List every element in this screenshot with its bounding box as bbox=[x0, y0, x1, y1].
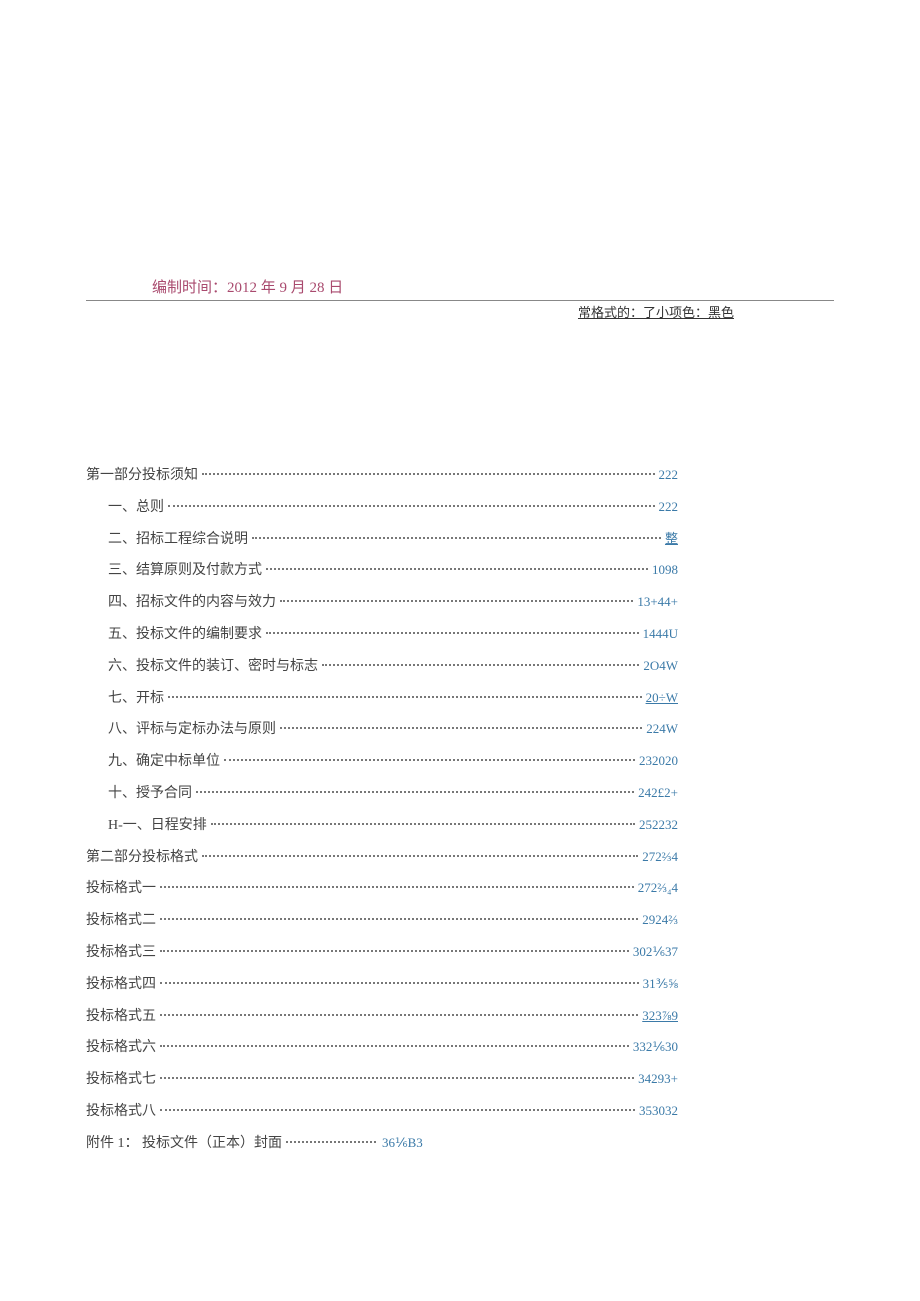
toc-entry-page: 34293+ bbox=[638, 1068, 678, 1090]
toc-entry-page: 272⅔4 bbox=[642, 846, 678, 868]
toc-entry-page: 36⅙B3 bbox=[382, 1132, 423, 1154]
toc-entry-label: 七、开标 bbox=[108, 687, 164, 711]
toc-leader-dots bbox=[160, 1077, 634, 1079]
toc-entry-page: 353032 bbox=[639, 1100, 678, 1122]
toc-entry-page: 272⅔₄4 bbox=[638, 877, 678, 899]
format-note-text: 常格式的：了小项色：黑色 bbox=[86, 302, 734, 321]
toc-entry-page: 31⅗⅝ bbox=[643, 973, 678, 995]
toc-leader-dots bbox=[160, 1045, 629, 1047]
toc-leader-dots bbox=[202, 473, 655, 475]
toc-entry-label: 第一部分投标须知 bbox=[86, 464, 198, 488]
toc-entry-label: 投标格式六 bbox=[86, 1036, 156, 1060]
toc-leader-dots bbox=[196, 791, 634, 793]
toc-entry-label: 十、授予合同 bbox=[108, 782, 192, 806]
toc-entry: 一、总则 222 bbox=[86, 496, 678, 520]
toc-entry-appendix: 附件 1： 投标文件（正本）封面 36⅙B3 bbox=[86, 1132, 678, 1156]
toc-entry: 投标格式七 34293+ bbox=[86, 1068, 678, 1092]
toc-entry-page: 222 bbox=[659, 464, 679, 486]
toc-entry-page: 整 bbox=[665, 528, 678, 550]
toc-entry-label: 三、结算原则及付款方式 bbox=[108, 559, 262, 583]
toc-entry-label: 五、投标文件的编制要求 bbox=[108, 623, 262, 647]
toc-entry-label: 投标格式七 bbox=[86, 1068, 156, 1092]
compile-time-text: 编制时间：2012 年 9 月 28 日 bbox=[152, 276, 834, 297]
toc-entry: 五、投标文件的编制要求 1444U bbox=[86, 623, 678, 647]
toc-entry-label: 九、确定中标单位 bbox=[108, 750, 220, 774]
toc-entry-label: 二、招标工程综合说明 bbox=[108, 528, 248, 552]
toc-entry-page: 332⅙30 bbox=[633, 1036, 678, 1058]
toc-entry-page: 224W bbox=[646, 718, 678, 740]
toc-entry-label: 四、招标文件的内容与效力 bbox=[108, 591, 276, 615]
toc-entry-label: 附件 1： 投标文件（正本）封面 bbox=[86, 1132, 282, 1156]
toc-entry-page: 222 bbox=[659, 496, 679, 518]
toc-entry-page: 2924⅔ bbox=[642, 909, 678, 931]
toc-leader-dots bbox=[160, 1014, 638, 1016]
toc-entry-page: 20÷W bbox=[646, 687, 678, 709]
toc-entry-label: H-一、日程安排 bbox=[108, 814, 207, 838]
toc-entry-label: 第二部分投标格式 bbox=[86, 846, 198, 870]
toc-entry-page: 242£2+ bbox=[638, 782, 678, 804]
toc-leader-dots bbox=[160, 918, 638, 920]
toc-entry: 投标格式二 2924⅔ bbox=[86, 909, 678, 933]
document-header: 编制时间：2012 年 9 月 28 日 常格式的：了小项色：黑色 bbox=[86, 276, 834, 321]
toc-entry-label: 投标格式三 bbox=[86, 941, 156, 965]
toc-entry-page: 323⅞9 bbox=[642, 1005, 678, 1027]
toc-entry: 投标格式五 323⅞9 bbox=[86, 1005, 678, 1029]
toc-entry-label: 投标格式八 bbox=[86, 1100, 156, 1124]
toc-entry: 十、授予合同 242£2+ bbox=[86, 782, 678, 806]
toc-leader-dots bbox=[224, 759, 635, 761]
toc-leader-dots bbox=[160, 886, 634, 888]
toc-entry: H-一、日程安排 252232 bbox=[86, 814, 678, 838]
toc-entry-page: 252232 bbox=[639, 814, 678, 836]
toc-entry: 投标格式四 31⅗⅝ bbox=[86, 973, 678, 997]
toc-entry: 投标格式三 302⅙37 bbox=[86, 941, 678, 965]
toc-entry-page: 232020 bbox=[639, 750, 678, 772]
toc-leader-dots bbox=[202, 855, 638, 857]
toc-entry: 投标格式六 332⅙30 bbox=[86, 1036, 678, 1060]
toc-entry-page: 1098 bbox=[652, 559, 678, 581]
toc-leader-dots bbox=[160, 982, 639, 984]
toc-entry: 六、投标文件的装订、密时与标志 2O4W bbox=[86, 655, 678, 679]
toc-leader-dots bbox=[211, 823, 635, 825]
toc-entry-label: 六、投标文件的装订、密时与标志 bbox=[108, 655, 318, 679]
toc-entry: 九、确定中标单位 232020 bbox=[86, 750, 678, 774]
header-divider bbox=[86, 300, 834, 301]
toc-entry-label: 投标格式五 bbox=[86, 1005, 156, 1029]
toc-entry: 四、招标文件的内容与效力 13+44+ bbox=[86, 591, 678, 615]
toc-entry: 二、招标工程综合说明 整 bbox=[86, 528, 678, 552]
toc-leader-dots bbox=[160, 1109, 635, 1111]
toc-leader-dots bbox=[266, 568, 648, 570]
toc-entry-page: 13+44+ bbox=[637, 591, 678, 613]
toc-entry-label: 投标格式一 bbox=[86, 877, 156, 901]
toc-entry: 投标格式八 353032 bbox=[86, 1100, 678, 1124]
toc-leader-dots bbox=[266, 632, 639, 634]
toc-leader-dots bbox=[286, 1141, 376, 1143]
toc-entry-page: 302⅙37 bbox=[633, 941, 678, 963]
toc-entry: 第二部分投标格式 272⅔4 bbox=[86, 846, 678, 870]
toc-entry-page: 1444U bbox=[643, 623, 678, 645]
toc-leader-dots bbox=[280, 600, 633, 602]
toc-leader-dots bbox=[280, 727, 642, 729]
toc-leader-dots bbox=[168, 696, 642, 698]
toc-entry-label: 投标格式二 bbox=[86, 909, 156, 933]
toc-entry-label: 一、总则 bbox=[108, 496, 164, 520]
toc-entry-label: 投标格式四 bbox=[86, 973, 156, 997]
toc-leader-dots bbox=[252, 537, 661, 539]
toc-entry: 投标格式一 272⅔₄4 bbox=[86, 877, 678, 901]
toc-entry: 七、开标 20÷W bbox=[86, 687, 678, 711]
toc-entry-label: 八、评标与定标办法与原则 bbox=[108, 718, 276, 742]
toc-entry: 八、评标与定标办法与原则 224W bbox=[86, 718, 678, 742]
toc-leader-dots bbox=[322, 664, 639, 666]
toc-entry: 三、结算原则及付款方式 1098 bbox=[86, 559, 678, 583]
toc-entry-page: 2O4W bbox=[643, 655, 678, 677]
table-of-contents: 第一部分投标须知 222 一、总则 222 二、招标工程综合说明 整三、结算原则及付款方式… bbox=[86, 464, 678, 1164]
toc-leader-dots bbox=[168, 505, 655, 507]
toc-entry: 第一部分投标须知 222 bbox=[86, 464, 678, 488]
toc-leader-dots bbox=[160, 950, 629, 952]
